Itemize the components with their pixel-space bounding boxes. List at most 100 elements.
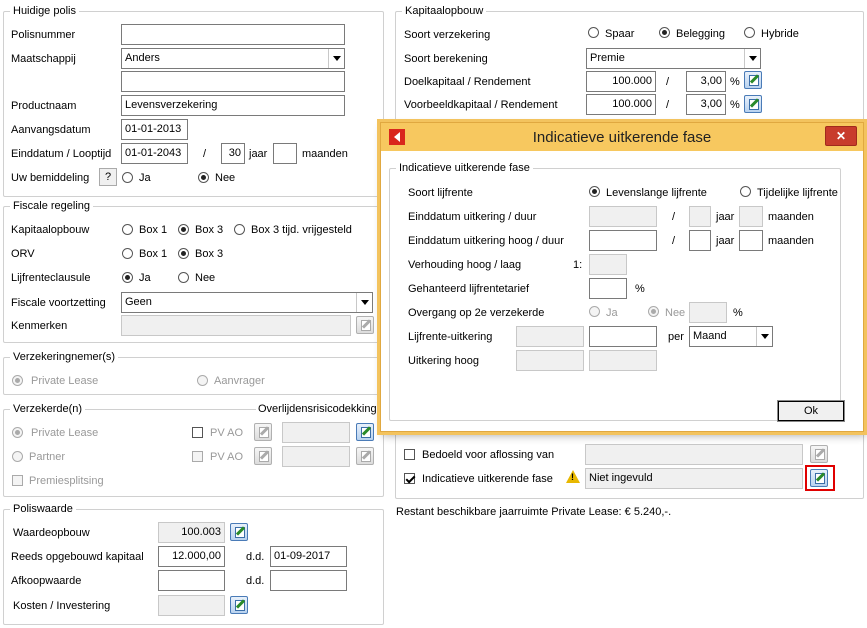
berekening-value: Premie xyxy=(590,52,625,64)
voorbeeld-pct: % xyxy=(730,99,740,111)
kapitaalopbouw-title: Kapitaalopbouw xyxy=(402,5,487,17)
box3-vrijgesteld-radio[interactable] xyxy=(234,224,245,235)
spaar-label: Spaar xyxy=(605,28,635,40)
nemer-private-lease-radio xyxy=(12,375,23,386)
spaar-radio[interactable] xyxy=(588,27,599,38)
indicatief-edit-icon[interactable] xyxy=(810,469,828,487)
looptijd-maanden-input[interactable] xyxy=(273,143,297,164)
orv-box1-radio[interactable] xyxy=(122,248,133,259)
einddatum-maanden-label: maanden xyxy=(768,211,814,223)
lijfrente-ja-radio[interactable] xyxy=(122,272,133,283)
voortzetting-value: Geen xyxy=(125,296,152,308)
productnaam-label: Productnaam xyxy=(11,100,77,112)
waardeopbouw-input: 100.003 xyxy=(158,522,225,543)
voorbeeldkapitaal-input[interactable]: 100.000 xyxy=(586,94,656,115)
levenslang-radio[interactable] xyxy=(589,186,600,197)
berekening-select[interactable]: Premie xyxy=(586,48,761,69)
bemiddeling-nee-radio[interactable] xyxy=(198,172,209,183)
maatschappij-label: Maatschappij xyxy=(11,53,76,65)
kenmerken-input xyxy=(121,315,351,336)
uitkering-laag-input xyxy=(516,326,584,347)
per-value: Maand xyxy=(693,330,727,342)
lijfrente-ja-label: Ja xyxy=(139,272,151,284)
productnaam-input[interactable]: Levensverzekering xyxy=(121,95,345,116)
reeds-date-input[interactable]: 01-09-2017 xyxy=(270,546,347,567)
poliswaarde-title: Poliswaarde xyxy=(10,503,76,515)
afkoop-dd-label: d.d. xyxy=(246,575,265,587)
kosten-edit-icon[interactable] xyxy=(230,596,248,614)
pv-ao-1-checkbox[interactable] xyxy=(192,427,203,438)
reeds-opgebouwd-input[interactable]: 12.000,00 xyxy=(158,546,225,567)
soort-berekening-label: Soort berekening xyxy=(404,53,488,65)
verzekerde-partner-label: Partner xyxy=(29,451,66,463)
einddatum-uitkering-input xyxy=(589,206,657,227)
hybride-label: Hybride xyxy=(761,28,799,40)
chevron-down-icon xyxy=(328,49,344,68)
einddatum-slash: / xyxy=(672,211,676,223)
box3-vrijgesteld-label: Box 3 tijd. vrijgesteld xyxy=(251,224,352,236)
per-select[interactable]: Maand xyxy=(689,326,773,347)
einddatum-hoog-label: Einddatum uitkering hoog / duur xyxy=(408,235,564,247)
doelkapitaal-label: Doelkapitaal / Rendement xyxy=(404,76,531,88)
afkoop-date-input[interactable] xyxy=(270,570,347,591)
tijdelijk-radio[interactable] xyxy=(740,186,751,197)
box3-radio[interactable] xyxy=(178,224,189,235)
maatschappij-select[interactable]: Anders xyxy=(121,48,345,69)
bedoeld-edit-icon xyxy=(810,445,828,463)
indicatief-input: Niet ingevuld xyxy=(585,468,803,489)
verhouding-prefix: 1: xyxy=(573,259,583,271)
afkoopwaarde-input[interactable] xyxy=(158,570,225,591)
indicatief-checkbox[interactable] xyxy=(404,473,415,484)
fiscale-regeling-title: Fiscale regeling xyxy=(10,200,94,212)
overgang-nee-label: Nee xyxy=(665,307,686,319)
polisnummer-input[interactable] xyxy=(121,24,345,45)
bedoeld-input xyxy=(585,444,803,465)
dialog-group-title: Indicatieve uitkerende fase xyxy=(396,162,533,174)
aanvangsdatum-input[interactable]: 01-01-2013 xyxy=(121,119,188,140)
einddatum-hoog-slash: / xyxy=(672,235,676,247)
einddatum-hoog-input[interactable] xyxy=(589,230,657,251)
kosten-input xyxy=(158,595,225,616)
kenmerken-label: Kenmerken xyxy=(11,320,68,332)
doelkapitaal-input[interactable]: 100.000 xyxy=(586,71,656,92)
huidige-polis-title: Huidige polis xyxy=(10,5,79,17)
looptijd-jaar-input[interactable]: 30 xyxy=(221,143,245,164)
einddatum-hoog-maanden-input[interactable] xyxy=(739,230,763,251)
bemiddeling-ja-label: Ja xyxy=(139,172,151,184)
hybride-radio[interactable] xyxy=(744,27,755,38)
pv-ao-2-edit-icon xyxy=(254,447,272,465)
lijfrente-nee-radio[interactable] xyxy=(178,272,189,283)
doel-rendement-input[interactable]: 3,00 xyxy=(686,71,726,92)
nemer-aanvrager-radio xyxy=(197,375,208,386)
box1-radio[interactable] xyxy=(122,224,133,235)
doel-edit-icon[interactable] xyxy=(744,71,762,89)
ok-button[interactable]: Ok xyxy=(777,400,845,422)
maatschappij-extra-input[interactable] xyxy=(121,71,345,92)
uitkering-input[interactable] xyxy=(589,326,657,347)
pv-ao-2-checkbox xyxy=(192,451,203,462)
chevron-down-icon xyxy=(756,327,772,346)
bemiddeling-ja-radio[interactable] xyxy=(122,172,133,183)
einddatum-hoog-maanden-label: maanden xyxy=(768,235,814,247)
lijfrente-uitkering-label: Lijfrente-uitkering xyxy=(408,331,493,343)
voortzetting-select[interactable]: Geen xyxy=(121,292,373,313)
help-button[interactable]: ? xyxy=(99,168,117,186)
belegging-radio[interactable] xyxy=(659,27,670,38)
premiesplitsing-checkbox xyxy=(12,475,23,486)
bedoeld-checkbox[interactable] xyxy=(404,449,415,460)
per-label: per xyxy=(668,331,684,343)
lijfrentetarief-input[interactable] xyxy=(589,278,627,299)
chevron-down-icon xyxy=(744,49,760,68)
polisnummer-label: Polisnummer xyxy=(11,29,76,41)
orv-box3-radio[interactable] xyxy=(178,248,189,259)
overlijden-1-edit-icon[interactable] xyxy=(356,423,374,441)
voorbeeld-edit-icon[interactable] xyxy=(744,95,762,113)
voorbeeld-rendement-input[interactable]: 3,00 xyxy=(686,94,726,115)
voorbeeld-slash: / xyxy=(666,99,670,111)
lijfrentetarief-label: Gehanteerd lijfrentetarief xyxy=(408,283,530,295)
einddatum-maanden-input xyxy=(739,206,763,227)
waardeopbouw-edit-icon[interactable] xyxy=(230,523,248,541)
einddatum-hoog-jaar-input[interactable] xyxy=(689,230,711,251)
close-button[interactable]: ✕ xyxy=(825,126,857,146)
einddatum-input[interactable]: 01-01-2043 xyxy=(121,143,188,164)
